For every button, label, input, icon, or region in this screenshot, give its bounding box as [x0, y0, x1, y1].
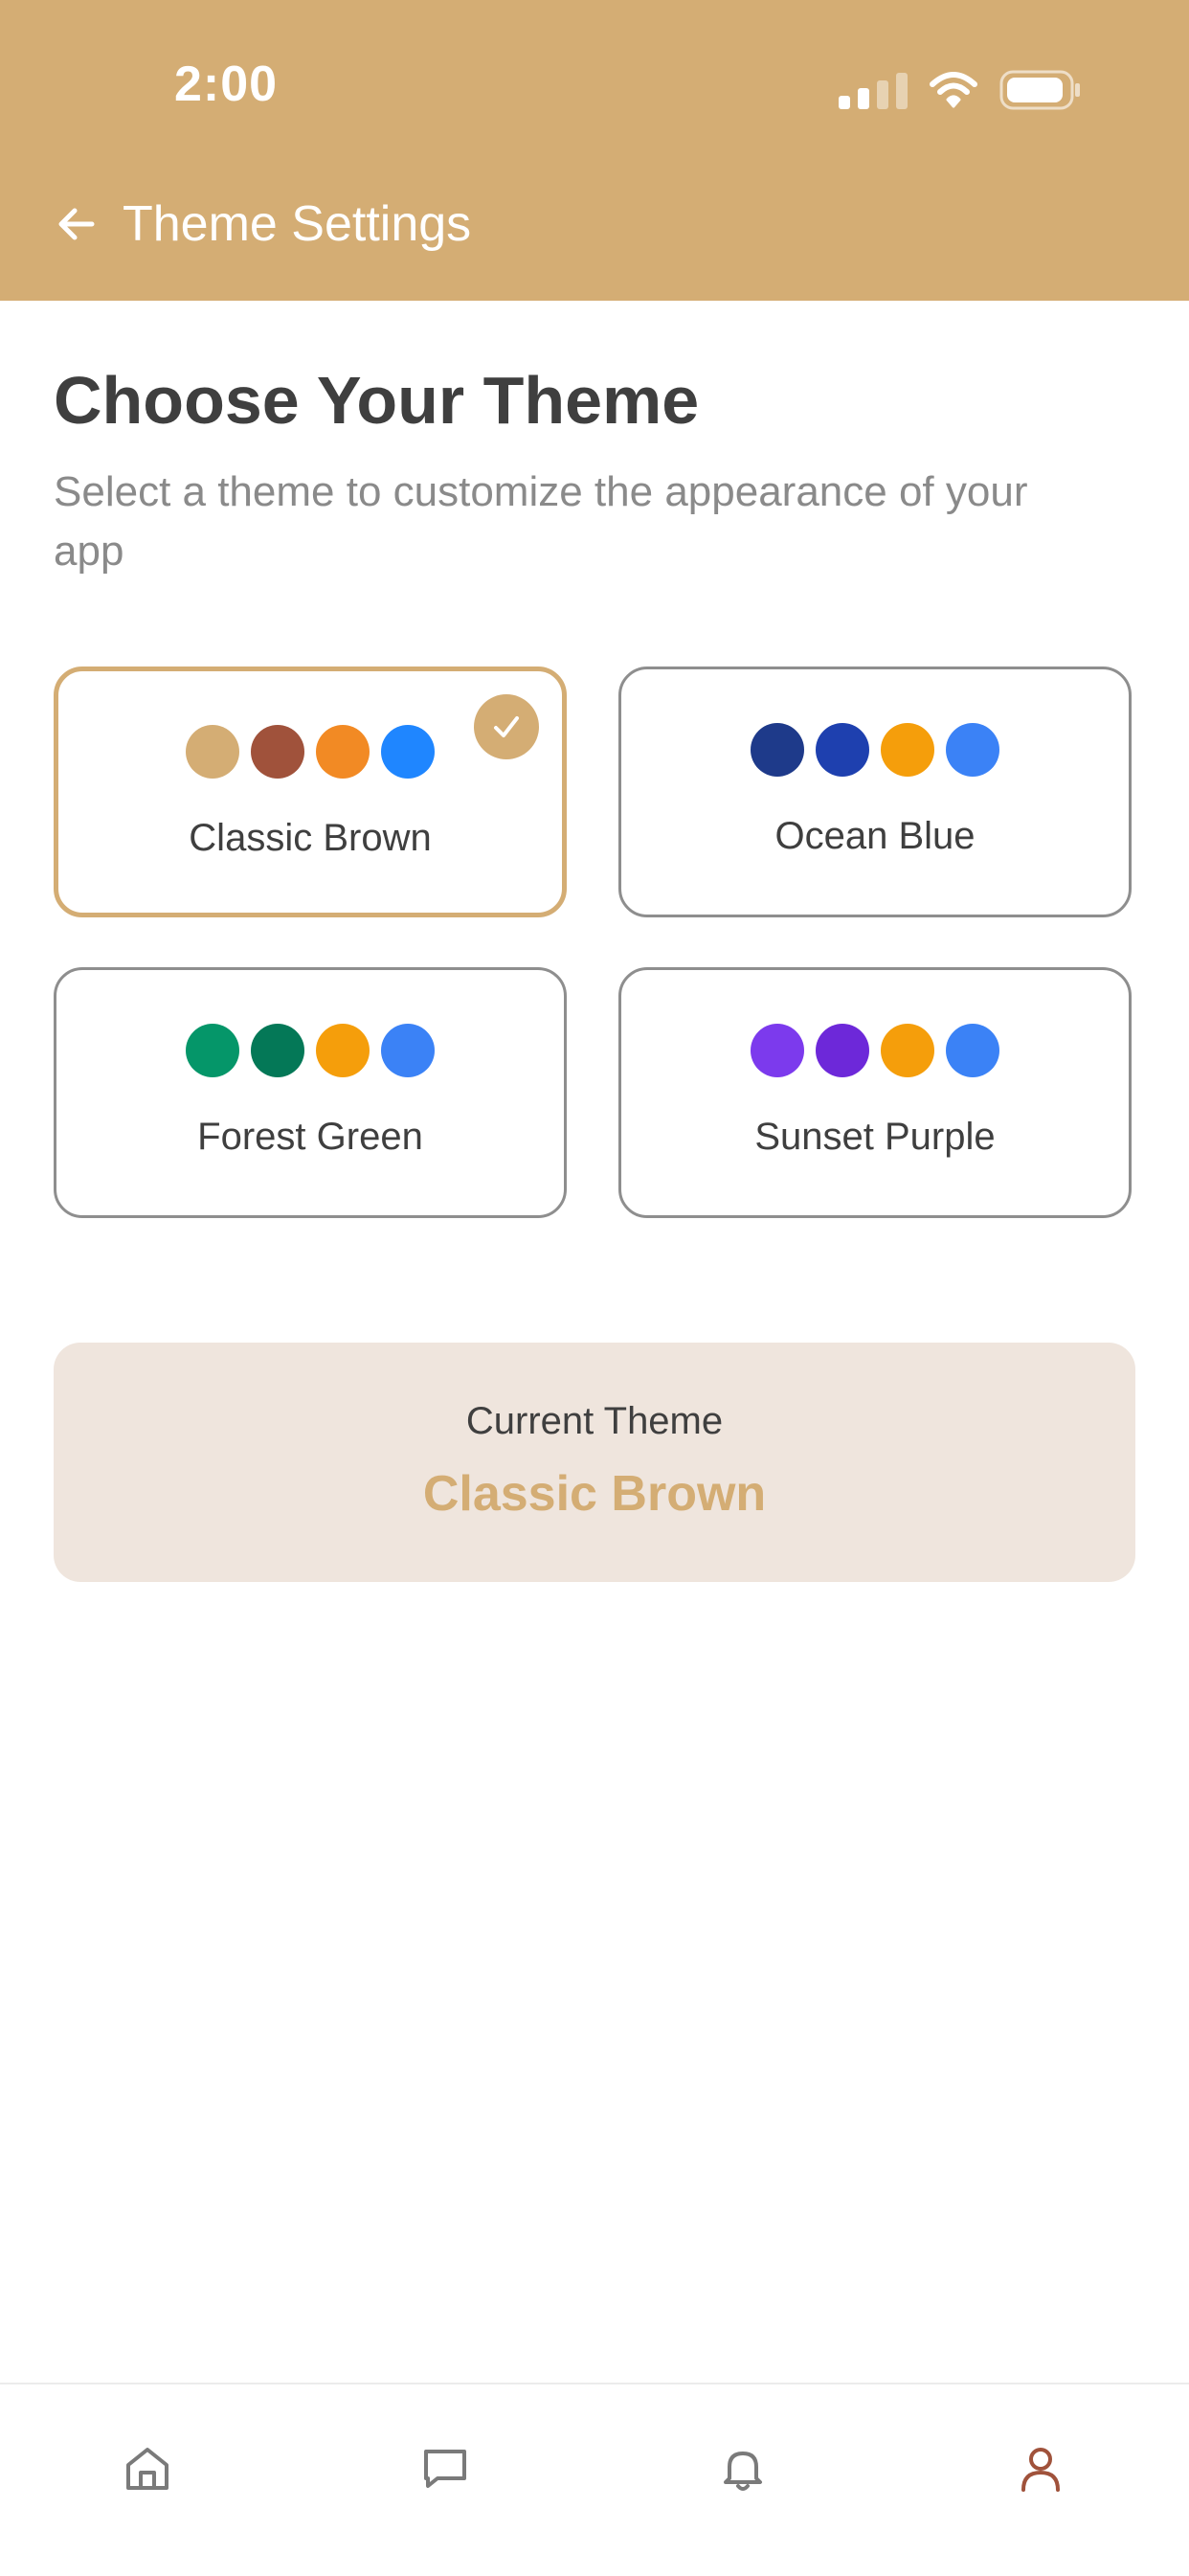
color-swatch [881, 1024, 934, 1077]
battery-icon [999, 70, 1082, 110]
color-swatch [946, 1024, 999, 1077]
header-title: Theme Settings [123, 196, 472, 252]
color-swatch [251, 1024, 304, 1077]
status-time: 2:00 [174, 56, 279, 112]
color-swatch [751, 1024, 804, 1077]
color-swatch [881, 723, 934, 777]
theme-name: Ocean Blue [774, 815, 976, 857]
arrow-left-icon [58, 208, 95, 240]
color-swatches [621, 723, 1129, 777]
selected-check-icon [474, 694, 539, 759]
theme-card-forest-green[interactable]: Forest Green [54, 967, 567, 1218]
main-content: Choose Your Theme Select a theme to cust… [54, 301, 1135, 581]
page-title: Choose Your Theme [54, 363, 700, 438]
back-button[interactable] [54, 201, 100, 247]
top-header: 2:00 Theme Settings [0, 0, 1189, 301]
user-icon [1021, 2448, 1060, 2492]
color-swatch [816, 723, 869, 777]
tab-home[interactable] [109, 2430, 186, 2507]
theme-name: Forest Green [197, 1116, 423, 1158]
color-swatch [381, 1024, 435, 1077]
bottom-tab-bar [0, 2383, 1189, 2576]
color-swatch [946, 723, 999, 777]
theme-card-sunset-purple[interactable]: Sunset Purple [618, 967, 1132, 1218]
color-swatch [251, 725, 304, 779]
color-swatch [381, 725, 435, 779]
theme-name: Classic Brown [189, 817, 432, 859]
color-swatch [186, 1024, 239, 1077]
color-swatch [816, 1024, 869, 1077]
status-icons [839, 61, 1082, 119]
tab-notifications[interactable] [705, 2430, 781, 2507]
color-swatch [186, 725, 239, 779]
color-swatch [316, 725, 370, 779]
page-subtitle: Select a theme to customize the appearan… [54, 468, 1028, 575]
current-theme-value: Classic Brown [422, 1466, 767, 1522]
theme-card-ocean-blue[interactable]: Ocean Blue [618, 667, 1132, 917]
theme-card-classic-brown[interactable]: Classic Brown [54, 667, 567, 917]
color-swatches [621, 1024, 1129, 1077]
wifi-icon [929, 71, 978, 109]
home-icon [126, 2448, 168, 2490]
tab-messages[interactable] [407, 2430, 483, 2507]
color-swatch [751, 723, 804, 777]
current-theme-label: Current Theme [465, 1400, 724, 1442]
bell-icon [724, 2452, 762, 2491]
nav-title-row: Theme Settings [54, 195, 471, 253]
theme-name: Sunset Purple [754, 1116, 996, 1158]
color-swatches [56, 1024, 564, 1077]
tab-profile[interactable] [1002, 2430, 1079, 2507]
chat-icon [424, 2450, 466, 2488]
signal-icon [839, 71, 908, 109]
color-swatch [316, 1024, 370, 1077]
current-theme-panel: Current Theme Classic Brown [54, 1343, 1135, 1582]
